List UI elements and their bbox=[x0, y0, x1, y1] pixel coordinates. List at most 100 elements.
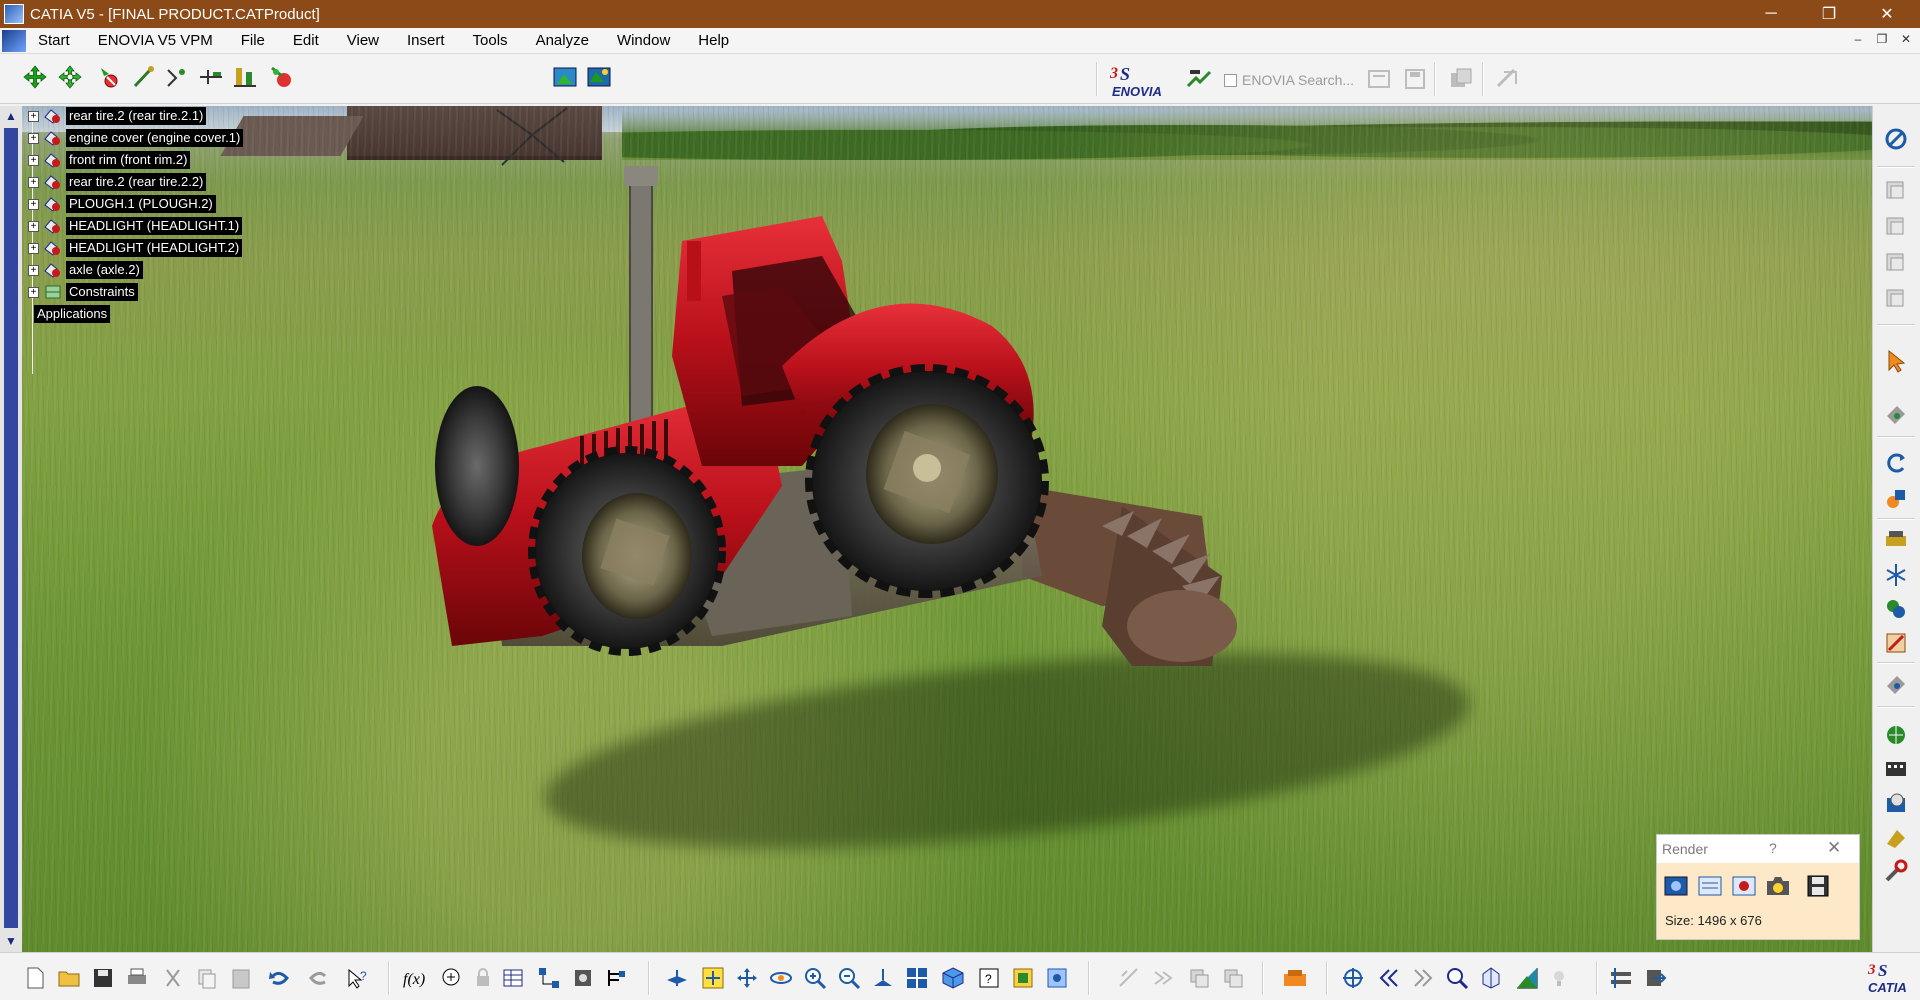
menu-edit[interactable]: Edit bbox=[279, 28, 333, 54]
knowledge-icon[interactable] bbox=[1494, 66, 1520, 92]
compass-icon[interactable] bbox=[1883, 126, 1909, 152]
expand-icon[interactable]: + bbox=[28, 198, 39, 210]
knowledge-advisor-icon[interactable] bbox=[438, 965, 464, 991]
tree-node-label[interactable]: HEADLIGHT (HEADLIGHT.2) bbox=[66, 239, 243, 257]
scroll-up-icon[interactable]: ▲ bbox=[4, 109, 18, 123]
lock-icon[interactable] bbox=[470, 965, 496, 991]
redo-icon[interactable] bbox=[306, 965, 332, 991]
mirror-icon[interactable] bbox=[1883, 562, 1909, 588]
expand-icon[interactable]: + bbox=[28, 264, 39, 276]
catalog-icon[interactable] bbox=[1883, 790, 1909, 816]
workbench-icon[interactable] bbox=[1448, 66, 1474, 92]
apply-material-bottom-icon[interactable] bbox=[1282, 965, 1308, 991]
rotate-view-icon[interactable] bbox=[768, 965, 794, 991]
enovia-query-icon[interactable] bbox=[1366, 66, 1392, 92]
search-icon[interactable] bbox=[1444, 965, 1470, 991]
expand-icon[interactable]: + bbox=[28, 220, 39, 232]
fix-together-icon[interactable] bbox=[232, 64, 258, 90]
table-icon[interactable] bbox=[500, 965, 526, 991]
menu-start[interactable]: Start bbox=[32, 28, 84, 54]
expand-icon[interactable]: + bbox=[28, 132, 39, 144]
scroll-down-icon[interactable]: ▼ bbox=[4, 934, 18, 948]
sectioning-icon[interactable] bbox=[1478, 965, 1504, 991]
tree-node[interactable]: + HEADLIGHT (HEADLIGHT.2) bbox=[28, 238, 243, 258]
close-panel-button[interactable]: ✕ bbox=[1827, 838, 1841, 858]
tree-node-label[interactable]: PLOUGH.1 (PLOUGH.2) bbox=[66, 195, 216, 213]
tree-node[interactable]: + PLOUGH.1 (PLOUGH.2) bbox=[28, 194, 216, 214]
sticker-icon[interactable] bbox=[1883, 824, 1909, 850]
copy-icon[interactable] bbox=[194, 965, 220, 991]
enovia-search-field[interactable]: ENOVIA Search... bbox=[1242, 72, 1354, 88]
menu-tools[interactable]: Tools bbox=[459, 28, 522, 54]
whats-this-icon[interactable]: ? bbox=[344, 965, 370, 991]
cut-icon[interactable] bbox=[160, 965, 186, 991]
menu-window[interactable]: Window bbox=[603, 28, 684, 54]
turntable-icon[interactable] bbox=[1883, 672, 1909, 698]
shooting-icon[interactable] bbox=[1883, 596, 1909, 622]
zoom-out-icon[interactable] bbox=[836, 965, 862, 991]
multi-view-icon[interactable] bbox=[904, 965, 930, 991]
swap-visible-space-icon[interactable] bbox=[1044, 965, 1070, 991]
manipulation-icon[interactable] bbox=[22, 64, 48, 90]
menu-view[interactable]: View bbox=[333, 28, 393, 54]
fly-mode-icon[interactable] bbox=[1883, 402, 1909, 428]
explode-icon[interactable] bbox=[95, 64, 121, 90]
render-shooting-icon[interactable] bbox=[1729, 871, 1759, 901]
product-structure-icon[interactable] bbox=[604, 965, 630, 991]
measure-item-icon[interactable] bbox=[1186, 965, 1212, 991]
reorder-icon[interactable] bbox=[198, 64, 224, 90]
undo-icon[interactable] bbox=[266, 965, 292, 991]
enovia-connect-icon[interactable] bbox=[1186, 66, 1212, 92]
rotate-icon[interactable] bbox=[1883, 450, 1909, 476]
light-icon[interactable] bbox=[1883, 526, 1909, 552]
first-step-icon[interactable] bbox=[1376, 965, 1402, 991]
new-file-icon[interactable] bbox=[22, 965, 48, 991]
enovia-search-checkbox[interactable] bbox=[1224, 74, 1237, 87]
graph-icon[interactable] bbox=[536, 965, 562, 991]
quick-render-icon[interactable] bbox=[1661, 871, 1691, 901]
apply-material-icon[interactable] bbox=[1883, 486, 1909, 512]
tools-icon[interactable] bbox=[1883, 858, 1909, 884]
environment-icon[interactable] bbox=[1883, 722, 1909, 748]
last-step-icon[interactable] bbox=[1410, 965, 1436, 991]
pan-icon[interactable] bbox=[734, 965, 760, 991]
expand-icon[interactable]: + bbox=[28, 110, 39, 122]
render-camera-icon[interactable] bbox=[1763, 871, 1793, 901]
expand-icon[interactable]: + bbox=[28, 176, 39, 188]
isometric-view-icon[interactable] bbox=[940, 965, 966, 991]
fly-icon[interactable] bbox=[664, 965, 690, 991]
scrollbar-track[interactable] bbox=[4, 128, 18, 928]
tree-node-label[interactable]: engine cover (engine cover.1) bbox=[66, 129, 244, 147]
catalog-browser-icon[interactable] bbox=[570, 965, 596, 991]
clash-icon[interactable] bbox=[268, 64, 294, 90]
hide-show-icon[interactable] bbox=[1010, 965, 1036, 991]
light-bulb-icon[interactable] bbox=[1546, 965, 1572, 991]
menu-help[interactable]: Help bbox=[684, 28, 743, 54]
tree-node-label[interactable]: axle (axle.2) bbox=[66, 261, 143, 279]
product-icon[interactable] bbox=[1883, 250, 1909, 276]
product-icon[interactable] bbox=[1883, 214, 1909, 240]
animation-icon[interactable] bbox=[1883, 756, 1909, 782]
tree-node-label[interactable]: front rim (front rim.2) bbox=[66, 151, 191, 169]
tree-node-label[interactable]: Constraints bbox=[66, 283, 138, 301]
bill-of-material-icon[interactable] bbox=[164, 64, 190, 90]
view-mode-icon[interactable]: ? bbox=[976, 965, 1002, 991]
tree-node[interactable]: + engine cover (engine cover.1) bbox=[28, 128, 244, 148]
measure-icon[interactable] bbox=[1116, 965, 1142, 991]
scene-icon[interactable] bbox=[552, 64, 578, 90]
expand-icon[interactable]: + bbox=[28, 154, 39, 166]
tree-node-applications[interactable]: Applications bbox=[34, 304, 111, 324]
tree-node-label[interactable]: rear tire.2 (rear tire.2.2) bbox=[66, 173, 207, 191]
measure-between-icon[interactable] bbox=[1150, 965, 1176, 991]
bookmark-icon[interactable] bbox=[1608, 965, 1634, 991]
fit-all-in-icon[interactable] bbox=[700, 965, 726, 991]
tree-scrollbar[interactable]: ▲ ▼ bbox=[0, 106, 22, 952]
menu-file[interactable]: File bbox=[227, 28, 279, 54]
measure-inertia-icon[interactable] bbox=[1220, 965, 1246, 991]
texture-icon[interactable] bbox=[1883, 630, 1909, 656]
tree-node-label[interactable]: Applications bbox=[34, 305, 111, 323]
document-icon[interactable] bbox=[2, 29, 26, 52]
tree-node-label[interactable]: HEADLIGHT (HEADLIGHT.1) bbox=[66, 217, 243, 235]
tree-node[interactable]: + rear tire.2 (rear tire.2.1) bbox=[28, 106, 207, 126]
open-folder-icon[interactable] bbox=[56, 965, 82, 991]
